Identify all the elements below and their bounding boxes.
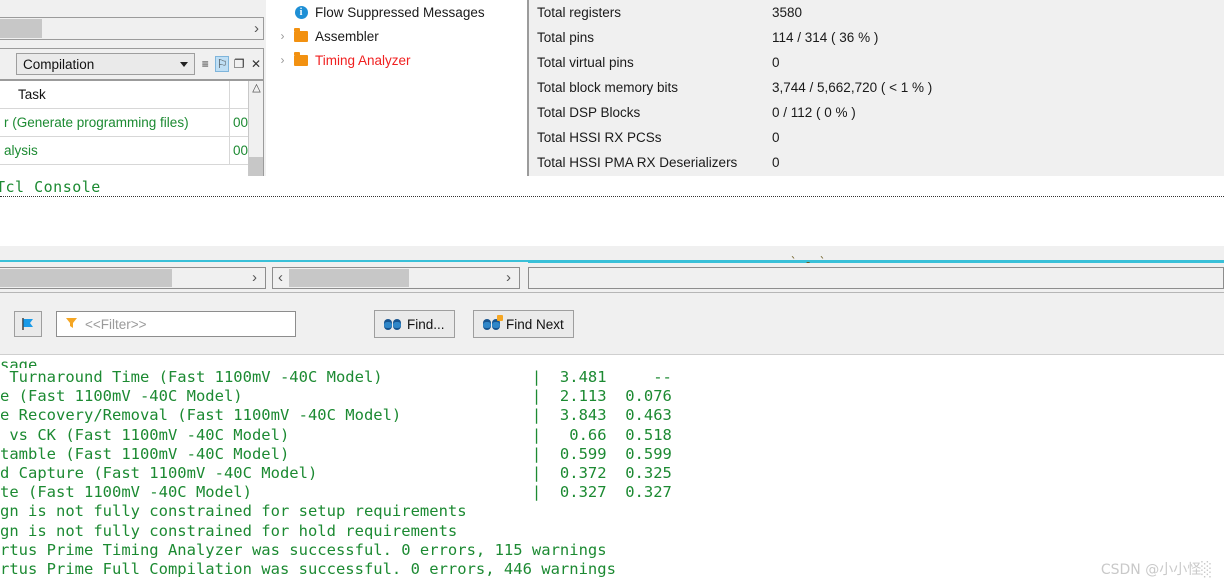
scrollbar-thumb[interactable]	[0, 269, 172, 287]
summary-row: Total HSSI RX PCSs 0	[529, 125, 1224, 150]
scrollbar-thumb[interactable]	[0, 19, 42, 38]
flow-panel-header: Compilation ≡ ⚐ ❐ ✕	[0, 48, 264, 80]
summary-value: 3,744 / 5,662,720 ( < 1 % )	[772, 80, 933, 95]
left-horizontal-scrollbar[interactable]: ›	[0, 267, 266, 289]
console-line: sage	[0, 356, 38, 368]
console-line: gn is not fully constrained for hold req…	[0, 521, 458, 540]
summary-row: Total pins 114 / 314 ( 36 % )	[529, 25, 1224, 50]
toolbar-divider	[0, 354, 1224, 355]
summary-value: 114 / 314 ( 36 % )	[772, 30, 879, 45]
summary-value: 0	[772, 130, 780, 145]
console-line: te (Fast 1100mV -40C Model) | 0.327 0.32…	[0, 483, 672, 502]
panel-restore-icon[interactable]: ❐	[232, 56, 246, 72]
tree-item-label: Timing Analyzer	[315, 52, 411, 68]
folder-icon	[290, 51, 312, 66]
chevron-down-icon	[180, 61, 189, 67]
folder-icon	[290, 27, 312, 42]
panel-menu-icon[interactable]: ≡	[198, 56, 212, 72]
scroll-right-arrow-icon[interactable]: ›	[252, 268, 257, 287]
console-line: vs CK (Fast 1100mV -40C Model) | 0.66 0.…	[0, 425, 672, 444]
summary-value: 0	[772, 155, 780, 170]
panel-pin-icon[interactable]: ⚐	[215, 56, 230, 72]
flow-select-value: Compilation	[23, 56, 95, 72]
flag-button[interactable]	[14, 311, 42, 337]
csdn-watermark: CSDN @小小怪░	[1100, 562, 1212, 578]
summary-key: Total DSP Blocks	[537, 105, 641, 120]
task-name: alysis	[4, 143, 38, 158]
summary-key: Total block memory bits	[537, 80, 679, 95]
scrollbar-thumb[interactable]	[289, 269, 409, 287]
clipped-console-text: `,-,`	[790, 255, 827, 263]
summary-row: Total virtual pins 0	[529, 50, 1224, 75]
summary-row: Total DSP Blocks 0 / 112 ( 0 % )	[529, 100, 1224, 125]
flow-horizontal-scrollbar[interactable]: ›	[0, 17, 264, 40]
console-line: e (Fast 1100mV -40C Model) | 2.113 0.076	[0, 387, 672, 406]
find-button-label: Find...	[407, 316, 445, 332]
scroll-left-arrow-icon[interactable]: ‹	[278, 268, 283, 287]
middle-horizontal-scrollbar[interactable]: ‹ ›	[272, 267, 520, 289]
summary-value: 3580	[772, 5, 803, 20]
funnel-icon	[65, 316, 78, 332]
flag-icon	[22, 318, 33, 330]
filter-placeholder: <<Filter>>	[85, 316, 147, 332]
table-row[interactable]: alysis 00:0	[0, 137, 263, 165]
console-blank-area	[0, 197, 1224, 246]
scroll-right-arrow-icon[interactable]: ›	[254, 18, 259, 39]
console-line: tamble (Fast 1100mV -40C Model) | 0.599 …	[0, 444, 672, 463]
console-output[interactable]: sage Turnaround Time (Fast 1100mV -40C M…	[0, 356, 1224, 586]
summary-key: Total HSSI PMA RX Deserializers	[537, 155, 738, 170]
tree-item-label: Flow Suppressed Messages	[315, 4, 485, 20]
tree-item-timing-analyzer[interactable]: › Timing Analyzer	[266, 48, 527, 72]
summary-value: 0 / 112 ( 0 % )	[772, 105, 856, 120]
column-header-task: Task	[18, 87, 46, 102]
find-next-button-label: Find Next	[506, 316, 564, 332]
right-horizontal-scrollbar[interactable]	[528, 267, 1224, 289]
task-name: r (Generate programming files)	[4, 115, 189, 130]
binoculars-plus-icon	[483, 314, 503, 330]
task-table-vertical-scrollbar[interactable]: △	[248, 81, 263, 179]
summary-key: Total HSSI RX PCSs	[537, 130, 662, 145]
flow-panel: › Compilation ≡ ⚐ ❐ ✕ Task r (Generate p…	[0, 0, 266, 182]
console-line: d Capture (Fast 1100mV -40C Model) | 0.3…	[0, 463, 672, 482]
summary-table: Total registers 3580 Total pins 114 / 31…	[528, 0, 1224, 176]
panel-close-icon[interactable]: ✕	[249, 56, 263, 72]
console-line: Turnaround Time (Fast 1100mV -40C Model)…	[0, 368, 672, 386]
console-line: e Recovery/Removal (Fast 1100mV -40C Mod…	[0, 406, 672, 425]
console-line: rtus Prime Timing Analyzer was successfu…	[0, 540, 607, 559]
summary-row: Total HSSI PMA RX Deserializers 0	[529, 150, 1224, 175]
tree-item-flow-suppressed-messages[interactable]: i Flow Suppressed Messages	[266, 0, 527, 24]
summary-row: Total block memory bits 3,744 / 5,662,72…	[529, 75, 1224, 100]
summary-value: 0	[772, 55, 780, 70]
scrollbar-strip: › ‹ ›	[0, 246, 1224, 293]
table-row[interactable]: r (Generate programming files) 00:0	[0, 109, 263, 137]
console-line: gn is not fully constrained for setup re…	[0, 502, 467, 521]
task-table: Task r (Generate programming files) 00:0…	[0, 80, 264, 180]
console-line: rtus Prime Full Compilation was successf…	[0, 559, 616, 578]
summary-key: Total registers	[537, 5, 622, 20]
scroll-right-arrow-icon[interactable]: ›	[506, 268, 511, 287]
filter-input[interactable]: <<Filter>>	[56, 311, 296, 337]
summary-key: Total virtual pins	[537, 55, 634, 70]
chevron-right-icon[interactable]: ›	[275, 29, 290, 43]
table-header-row: Task	[0, 81, 263, 109]
binoculars-icon	[384, 318, 401, 330]
summary-key: Total pins	[537, 30, 595, 45]
find-button[interactable]: Find...	[374, 310, 455, 338]
find-next-button[interactable]: Find Next	[473, 310, 574, 338]
summary-row: Total registers 3580	[529, 0, 1224, 25]
chevron-right-icon[interactable]: ›	[275, 53, 290, 67]
scroll-up-arrow-icon[interactable]: △	[250, 83, 263, 94]
info-icon: i	[290, 5, 312, 19]
report-tree: i Flow Suppressed Messages › Assembler ›…	[266, 0, 528, 182]
tcl-console-title: Tcl Console	[0, 178, 101, 196]
tree-item-label: Assembler	[315, 28, 379, 44]
flow-select[interactable]: Compilation	[16, 53, 196, 75]
tree-item-assembler[interactable]: › Assembler	[266, 24, 527, 48]
